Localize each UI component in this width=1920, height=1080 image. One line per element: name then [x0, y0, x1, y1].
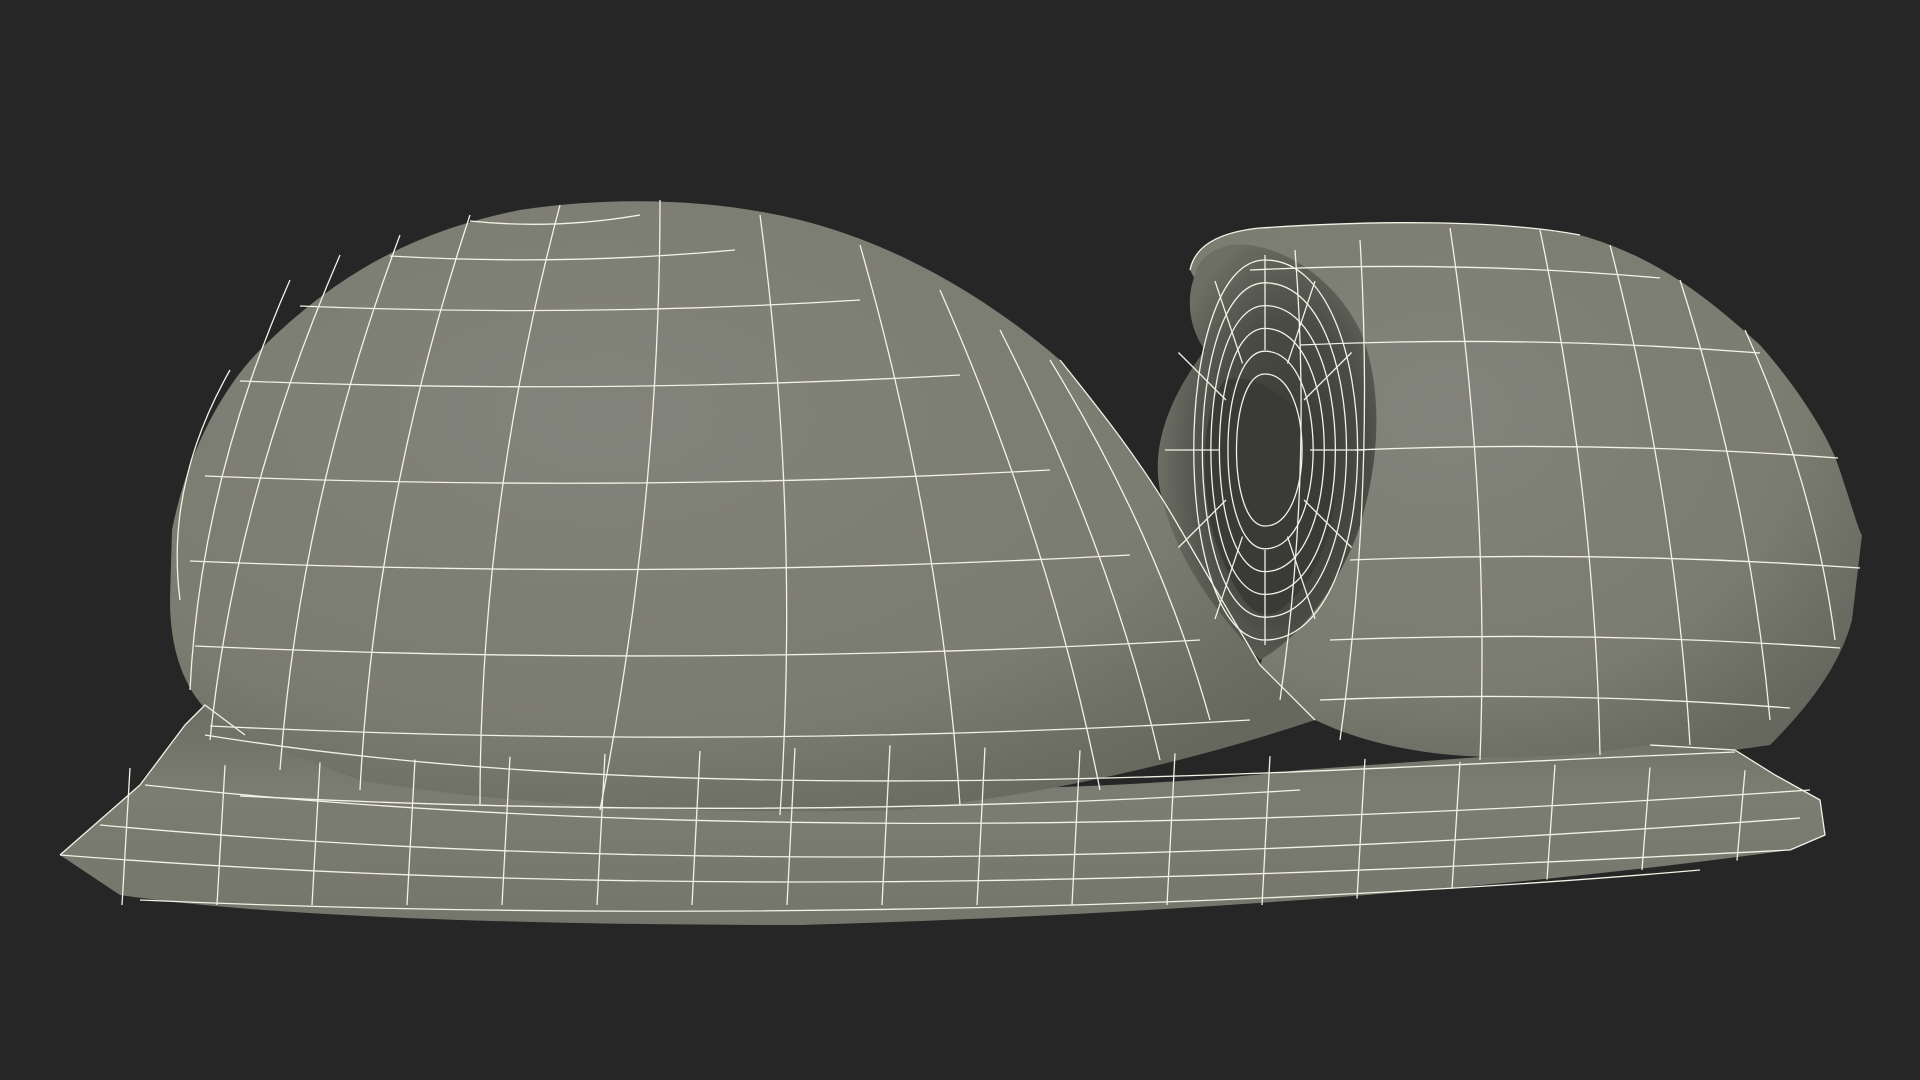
3d-viewport[interactable] [0, 0, 1920, 1080]
mesh-render [59, 199, 1862, 925]
mesh-left-dome [170, 201, 1315, 812]
